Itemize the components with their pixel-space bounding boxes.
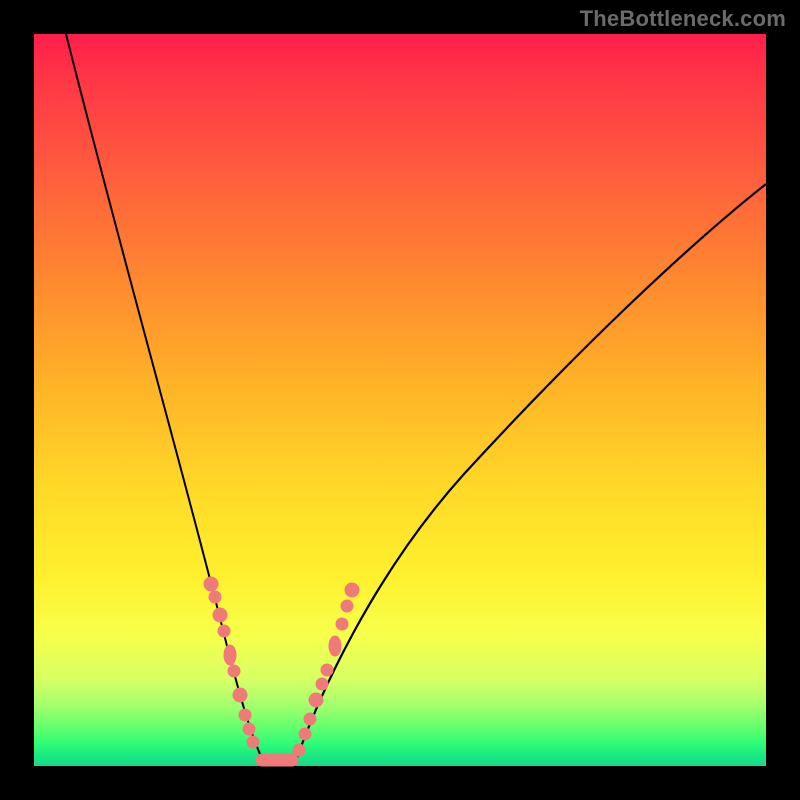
bead-left-6	[228, 665, 240, 677]
bead-left-3	[213, 608, 227, 622]
curve-layer	[34, 34, 766, 766]
curve-right-branch	[294, 184, 766, 766]
bead-left-1	[204, 577, 218, 591]
bead-left-8	[239, 709, 251, 721]
bead-right-4	[309, 693, 323, 707]
bead-left-4	[218, 625, 230, 637]
bead-right-6	[321, 664, 333, 676]
bead-left-10	[247, 736, 259, 748]
bead-left-2	[209, 591, 221, 603]
bead-right-8	[336, 618, 348, 630]
bead-right-7	[329, 636, 341, 656]
bead-right-3	[304, 713, 316, 725]
outer-frame: TheBottleneck.com	[0, 0, 800, 800]
plot-area	[34, 34, 766, 766]
bead-right-9	[341, 600, 353, 612]
bead-bottom-cluster	[256, 754, 298, 766]
bead-left-5	[224, 645, 236, 665]
bead-right-5	[316, 678, 328, 690]
bead-right-1	[293, 744, 305, 756]
watermark-text: TheBottleneck.com	[580, 6, 786, 32]
bead-right-2	[299, 728, 311, 740]
bead-left-7	[233, 688, 247, 702]
bead-left-9	[243, 723, 255, 735]
bead-right-10	[345, 583, 359, 597]
